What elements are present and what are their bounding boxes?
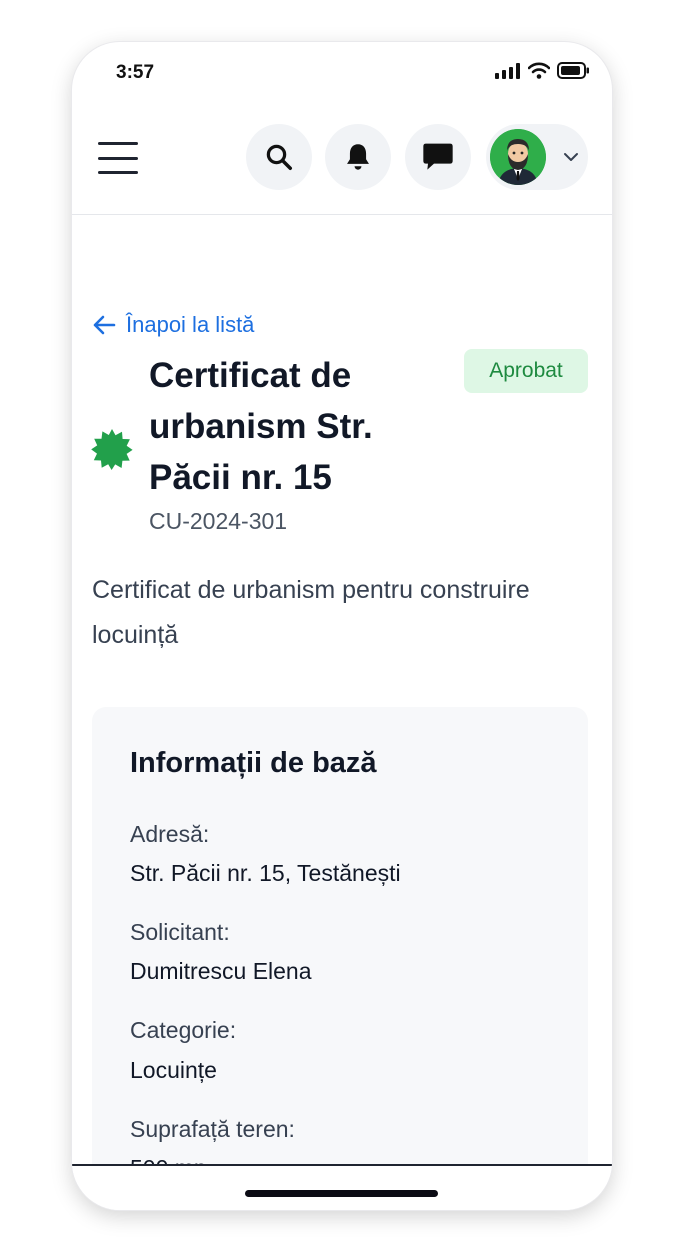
status-bar: 3:57 [72, 42, 612, 104]
basic-info-title: Informații de bază [130, 747, 377, 779]
battery-icon [557, 62, 589, 79]
back-to-list-link[interactable]: Înapoi la listă [92, 312, 254, 338]
category-label: Categorie: [130, 1017, 237, 1043]
avatar [490, 129, 546, 185]
status-badge: Aprobat [464, 349, 588, 393]
notifications-button[interactable] [325, 124, 391, 190]
home-indicator[interactable] [245, 1190, 438, 1197]
address-label: Adresă: [130, 821, 210, 847]
hamburger-menu-icon[interactable] [96, 138, 140, 178]
search-button[interactable] [246, 124, 312, 190]
status-icons [495, 62, 590, 79]
profile-menu-button[interactable] [486, 124, 588, 190]
applicant-label: Solicitant: [130, 919, 230, 945]
wifi-icon [528, 62, 550, 79]
basic-info-card: Informații de bază Adresă: Str. Păcii nr… [92, 707, 588, 1164]
page-content: Înapoi la listă Certificat de urbanism S… [72, 214, 612, 1164]
chevron-down-icon [564, 153, 578, 161]
bottom-bar [72, 1164, 612, 1210]
approved-seal-icon [91, 429, 133, 470]
document-title: Certificat de urbanism Str. Păcii nr. 15 [149, 356, 373, 497]
bell-icon [347, 144, 369, 170]
land-area-value: 500 mp [130, 1155, 207, 1164]
applicant-value: Dumitrescu Elena [130, 958, 312, 984]
category-value: Locuințe [130, 1057, 217, 1083]
cellular-signal-icon [495, 62, 520, 79]
arrow-left-icon [93, 315, 116, 335]
messages-button[interactable] [405, 124, 471, 190]
land-area-label: Suprafață teren: [130, 1116, 295, 1142]
status-time: 3:57 [116, 62, 155, 83]
app-header [72, 104, 612, 215]
search-icon [266, 144, 292, 170]
phone-frame: 3:57 Înapoi la listă Certificat de urban… [72, 42, 612, 1210]
document-description: Certificat de urbanism pentru construire… [92, 576, 530, 649]
back-link-label: Înapoi la listă [126, 312, 255, 337]
document-code: CU-2024-301 [149, 508, 288, 534]
chat-bubble-icon [423, 143, 453, 170]
address-value: Str. Păcii nr. 15, Testănești [130, 860, 401, 886]
